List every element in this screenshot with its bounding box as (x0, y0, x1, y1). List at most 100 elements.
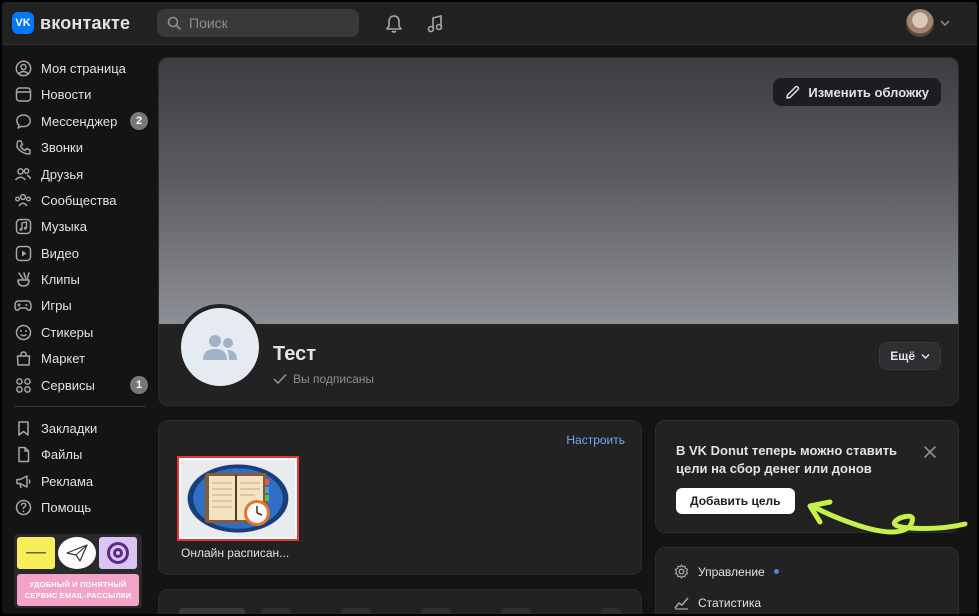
sidebar-item-label: Сообщества (41, 192, 117, 208)
statistics-link[interactable]: Статистика (674, 595, 761, 610)
bag-icon (14, 349, 32, 367)
megaphone-icon (14, 472, 32, 490)
sidebar-item-news[interactable]: Новости (10, 82, 148, 106)
annotation-arrow (807, 499, 968, 535)
target-icon (99, 537, 137, 569)
sidebar-item-market[interactable]: Маркет (10, 346, 148, 370)
smile-icon (14, 323, 32, 341)
close-icon[interactable] (924, 445, 936, 463)
tab-active[interactable] (179, 608, 245, 614)
sidebar-item-label: Закладки (41, 420, 98, 436)
gamepad-icon (14, 296, 32, 314)
chart-icon (674, 597, 689, 610)
tab-item[interactable] (421, 608, 451, 614)
sidebar-item-label: Моя страница (41, 60, 126, 76)
unread-badge: 2 (130, 112, 148, 130)
vk-logo-icon: VK (12, 12, 34, 34)
vk-logo[interactable]: VK вконтакте (12, 12, 130, 34)
manage-link[interactable]: Управление (674, 564, 779, 579)
user-menu[interactable] (906, 9, 950, 37)
user-circle-icon (14, 59, 32, 77)
subscription-status[interactable]: Вы подписаны (273, 372, 374, 386)
sidebar-divider (14, 406, 146, 407)
configure-link[interactable]: Настроить (566, 433, 625, 447)
search-input[interactable] (189, 15, 349, 31)
edit-cover-label: Изменить обложку (808, 84, 929, 100)
grid-icon (14, 376, 32, 394)
pencil-icon (786, 85, 800, 99)
more-button[interactable]: Ещё (879, 342, 941, 370)
app-window: VK вконтакте Моя страница Новости (2, 2, 977, 614)
sidebar-item-my-page[interactable]: Моя страница (10, 56, 148, 80)
sidebar-item-files[interactable]: Файлы (10, 442, 148, 466)
sidebar-item-communities[interactable]: Сообщества (10, 188, 148, 212)
file-icon (14, 445, 32, 463)
paper-plane-icon (58, 537, 96, 569)
promo-tile-logo (17, 537, 55, 569)
tab-settings[interactable] (601, 608, 621, 614)
bookmark-icon (14, 419, 32, 437)
donut-promo-text: В VK Donut теперь можно ставить цели на … (676, 443, 898, 476)
top-header: VK вконтакте (2, 2, 977, 45)
community-header-card: Изменить обложку Тест Вы подписаны Ещё (158, 57, 959, 406)
app-title[interactable]: Онлайн расписан... (181, 546, 301, 560)
sidebar-item-label: Друзья (41, 166, 84, 182)
sidebar-item-label: Файлы (41, 446, 83, 462)
vk-logo-text: вконтакте (40, 12, 131, 33)
search-icon (167, 16, 181, 30)
sidebar-item-ads[interactable]: Реклама (10, 469, 148, 493)
friends-icon (14, 165, 32, 183)
sidebar-item-label: Стикеры (41, 324, 94, 340)
statistics-label: Статистика (698, 595, 762, 610)
subscribed-label: Вы подписаны (293, 372, 374, 386)
sidebar-item-label: Музыка (41, 218, 87, 234)
sidebar-item-stickers[interactable]: Стикеры (10, 320, 148, 344)
sidebar-item-messenger[interactable]: Мессенджер 2 (10, 109, 148, 133)
promo-line-1: УДОБНЫЙ И ПОНЯТНЫЙ (29, 580, 127, 589)
sidebar-item-label: Помощь (41, 499, 92, 515)
edit-cover-button[interactable]: Изменить обложку (773, 78, 941, 106)
sidebar-item-calls[interactable]: Звонки (10, 135, 148, 159)
bell-icon[interactable] (383, 13, 405, 35)
manage-label: Управление (698, 564, 765, 579)
sidebar-item-label: Сервисы (41, 377, 95, 393)
chevron-down-icon (921, 353, 930, 359)
sidebar-item-label: Новости (41, 86, 92, 102)
sidebar-item-label: Клипы (41, 271, 80, 287)
sidebar-item-video[interactable]: Видео (10, 241, 148, 265)
sidebar-item-bookmarks[interactable]: Закладки (10, 416, 148, 440)
sidebar-item-friends[interactable]: Друзья (10, 162, 148, 186)
add-goal-button[interactable]: Добавить цель (676, 488, 795, 514)
sidebar-item-services[interactable]: Сервисы 1 (10, 373, 148, 397)
sidebar-item-help[interactable]: Помощь (10, 495, 148, 519)
search-box[interactable] (157, 9, 359, 37)
sidebar-item-games[interactable]: Игры (10, 293, 148, 317)
phone-icon (14, 138, 32, 156)
promo-text: УДОБНЫЙ И ПОНЯТНЫЙ СЕРВИС EMAIL-РАССЫЛКИ (17, 574, 139, 606)
video-icon (14, 244, 32, 262)
avatar[interactable] (906, 9, 934, 37)
content-tabs-card (158, 589, 642, 614)
tab-item[interactable] (261, 608, 291, 614)
sidebar-item-music[interactable]: Музыка (10, 214, 148, 238)
promo-line-2: СЕРВИС EMAIL-РАССЫЛКИ (24, 591, 132, 600)
services-badge: 1 (130, 376, 148, 394)
sidebar-item-label: Видео (41, 245, 79, 261)
check-icon (273, 373, 287, 385)
left-sidebar: Моя страница Новости Мессенджер 2 Звонки… (2, 45, 152, 614)
group-users-icon (203, 335, 237, 360)
tab-item[interactable] (501, 608, 531, 614)
sidebar-item-clips[interactable]: Клипы (10, 267, 148, 291)
help-icon (14, 498, 32, 516)
sidebar-item-label: Звонки (41, 139, 83, 155)
app-thumbnail[interactable] (177, 456, 299, 541)
chevron-down-icon (940, 20, 950, 27)
sidebar-item-label: Реклама (41, 473, 94, 489)
music-icon[interactable] (424, 13, 446, 35)
tab-item[interactable] (341, 608, 371, 614)
promo-banner[interactable]: УДОБНЫЙ И ПОНЯТНЫЙ СЕРВИС EMAIL-РАССЫЛКИ (14, 534, 142, 608)
sidebar-item-label: Мессенджер (41, 113, 118, 129)
community-avatar[interactable] (177, 304, 263, 390)
management-card: Управление Статистика (655, 547, 959, 614)
sidebar-item-label: Маркет (41, 350, 86, 366)
